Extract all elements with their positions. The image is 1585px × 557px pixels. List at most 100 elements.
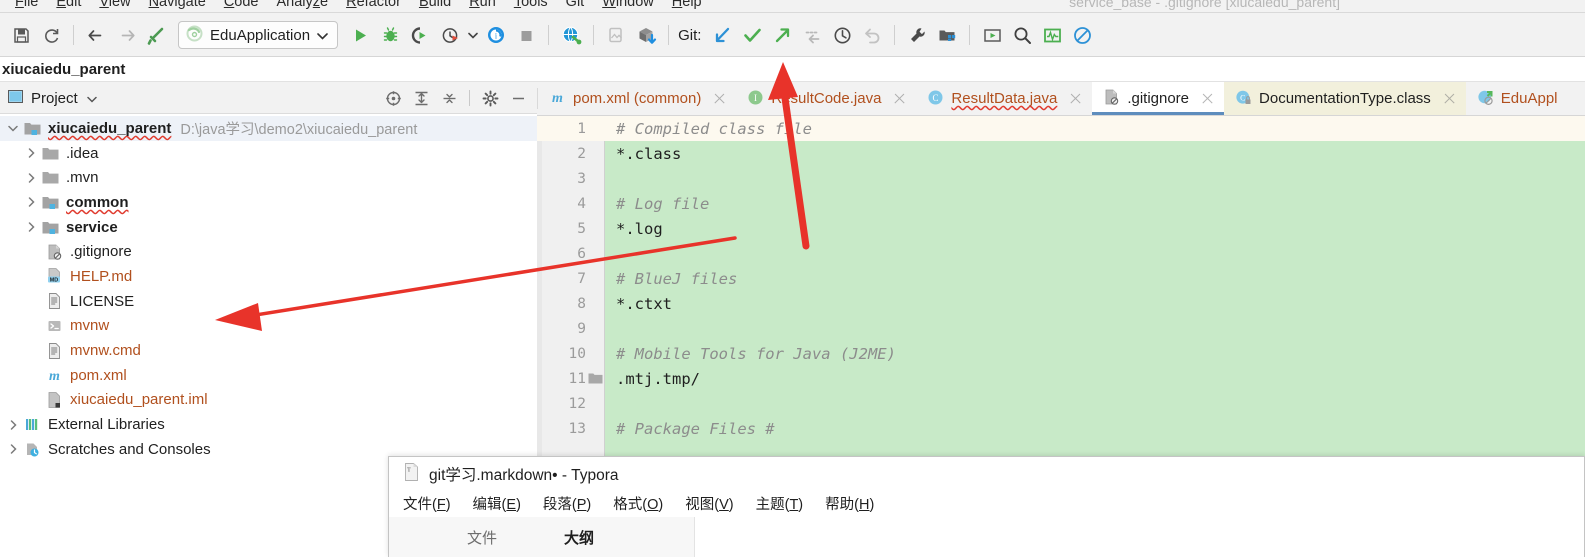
gear-icon[interactable]: [477, 85, 503, 111]
menu-item-tools[interactable]: Tools: [505, 0, 557, 10]
typora-sidebar-tab-files[interactable]: 文件: [467, 527, 497, 548]
tree-row-pom-xml[interactable]: m pom.xml: [0, 363, 537, 388]
menu-item-file[interactable]: File: [6, 0, 47, 10]
chevron-down-icon[interactable]: [86, 90, 97, 106]
scroll-from-source-icon[interactable]: [380, 85, 406, 111]
menu-item-navigate[interactable]: Navigate: [140, 0, 215, 10]
typora-menu-help[interactable]: 帮助(H): [825, 493, 874, 514]
chevron-right-icon[interactable]: [22, 215, 40, 239]
menu-item-analyze[interactable]: Analyze: [268, 0, 338, 10]
git-commit-checkmark-icon[interactable]: [737, 20, 767, 50]
menu-item-help[interactable]: Help: [663, 0, 711, 10]
code-line[interactable]: 7 # BlueJ files: [537, 266, 1585, 291]
project-structure-icon[interactable]: [932, 20, 962, 50]
collapse-all-icon[interactable]: [436, 85, 462, 111]
expand-all-icon[interactable]: [408, 85, 434, 111]
services-globe-icon[interactable]: [556, 20, 586, 50]
back-arrow-icon[interactable]: [81, 20, 111, 50]
code-line[interactable]: 3: [537, 166, 1585, 191]
folder-gutter-icon[interactable]: [586, 366, 605, 391]
tree-row-help-md[interactable]: MD HELP.md: [0, 264, 537, 289]
debug-bug-icon[interactable]: [375, 20, 405, 50]
typora-title-bar[interactable]: T git学习.markdown• - Typora: [389, 457, 1584, 490]
close-icon[interactable]: [892, 91, 907, 106]
build-hammer-icon[interactable]: [141, 20, 171, 50]
chevron-right-icon[interactable]: [22, 166, 40, 190]
menu-item-view[interactable]: View: [90, 0, 139, 10]
chevron-down-icon[interactable]: [4, 116, 22, 140]
ide-update-icon[interactable]: i: [481, 20, 511, 50]
package-download-icon[interactable]: [631, 20, 661, 50]
code-line[interactable]: 6: [537, 241, 1585, 266]
run-play-icon[interactable]: [345, 20, 375, 50]
code-line[interactable]: 8 *.ctxt: [537, 291, 1585, 316]
menu-item-code[interactable]: Code: [215, 0, 268, 10]
tree-row-idea[interactable]: .idea: [0, 141, 537, 166]
menu-item-build[interactable]: Build: [410, 0, 460, 10]
tab-eduapplication[interactable]: EduAppl: [1466, 82, 1567, 115]
typora-menu-view[interactable]: 视图(V): [685, 493, 733, 514]
close-icon[interactable]: [1442, 91, 1457, 106]
tab-documentationtype-class[interactable]: C DocumentationType.class: [1224, 82, 1466, 115]
code-line[interactable]: 10 # Mobile Tools for Java (J2ME): [537, 341, 1585, 366]
search-icon[interactable]: [1007, 20, 1037, 50]
menu-item-run[interactable]: Run: [460, 0, 505, 10]
code-line[interactable]: 1 # Compiled class file: [537, 116, 1585, 141]
profiler-dropdown-chevron-down-icon[interactable]: [465, 20, 481, 50]
chevron-down-icon[interactable]: [317, 27, 328, 43]
tree-row-gitignore[interactable]: .gitignore: [0, 239, 537, 264]
typora-menu-format[interactable]: 格式(O): [613, 493, 663, 514]
tree-row-license[interactable]: LICENSE: [0, 289, 537, 314]
tree-row-mvnw[interactable]: mvnw: [0, 314, 537, 339]
breadcrumb-label[interactable]: xiucaiedu_parent: [2, 61, 125, 78]
menu-item-window[interactable]: Window: [593, 0, 663, 10]
close-icon[interactable]: [712, 91, 727, 106]
typora-menu-edit[interactable]: 编辑(E): [473, 493, 521, 514]
typora-menu-paragraph[interactable]: 段落(P): [543, 493, 591, 514]
tree-row-common[interactable]: common: [0, 190, 537, 215]
code-line[interactable]: 11 .mtj.tmp/: [537, 366, 1585, 391]
run-with-coverage-icon[interactable]: [405, 20, 435, 50]
code-line[interactable]: 5 *.log: [537, 216, 1585, 241]
chevron-right-icon[interactable]: [22, 190, 40, 214]
tree-row-iml[interactable]: xiucaiedu_parent.iml: [0, 388, 537, 413]
close-icon[interactable]: [1200, 91, 1215, 106]
git-update-project-icon[interactable]: [707, 20, 737, 50]
activity-monitor-icon[interactable]: [1037, 20, 1067, 50]
tree-row-mvnw-cmd[interactable]: mvnw.cmd: [0, 338, 537, 363]
stop-circle-icon[interactable]: [1067, 20, 1097, 50]
tree-row-xiucaiedu-parent[interactable]: xiucaiedu_parent D:\java学习\demo2\xiucaie…: [0, 116, 537, 141]
tree-row-service[interactable]: service: [0, 215, 537, 240]
save-icon[interactable]: [6, 20, 36, 50]
run-configuration-selector[interactable]: EduApplication: [178, 21, 339, 49]
typora-menu-theme[interactable]: 主题(T): [756, 493, 804, 514]
typora-sidebar-tab-outline[interactable]: 大纲: [564, 527, 594, 548]
chevron-right-icon[interactable]: [4, 413, 22, 437]
tab-gitignore[interactable]: .gitignore: [1092, 82, 1225, 115]
git-push-icon[interactable]: [767, 20, 797, 50]
code-line[interactable]: 2 *.class: [537, 141, 1585, 166]
tab-pom-xml-common[interactable]: m pom.xml (common): [538, 82, 736, 115]
menu-item-git[interactable]: Git: [557, 0, 594, 10]
typora-menu-file[interactable]: 文件(F): [403, 493, 451, 514]
typora-window[interactable]: T git学习.markdown• - Typora 文件(F) 编辑(E) 段…: [388, 456, 1585, 557]
tab-resultcode-java[interactable]: I ResultCode.java: [736, 82, 916, 115]
close-icon[interactable]: [1068, 91, 1083, 106]
git-history-clock-icon[interactable]: [827, 20, 857, 50]
refresh-icon[interactable]: [36, 20, 66, 50]
minimize-icon[interactable]: [505, 85, 531, 111]
profiler-clock-icon[interactable]: [435, 20, 465, 50]
chevron-right-icon[interactable]: [22, 141, 40, 165]
code-line[interactable]: 12: [537, 391, 1585, 416]
tree-row-external-libraries[interactable]: External Libraries: [0, 412, 537, 437]
code-line[interactable]: 9: [537, 316, 1585, 341]
chevron-right-icon[interactable]: [4, 437, 22, 461]
run-anything-icon[interactable]: [977, 20, 1007, 50]
code-line[interactable]: 13 # Package Files #: [537, 416, 1585, 441]
code-line[interactable]: 4 # Log file: [537, 191, 1585, 216]
tab-resultdata-java[interactable]: C ResultData.java: [916, 82, 1092, 115]
menu-item-refactor[interactable]: Refactor: [337, 0, 410, 10]
wrench-settings-icon[interactable]: [902, 20, 932, 50]
menu-item-edit[interactable]: Edit: [47, 0, 90, 10]
tree-row-mvn[interactable]: .mvn: [0, 165, 537, 190]
